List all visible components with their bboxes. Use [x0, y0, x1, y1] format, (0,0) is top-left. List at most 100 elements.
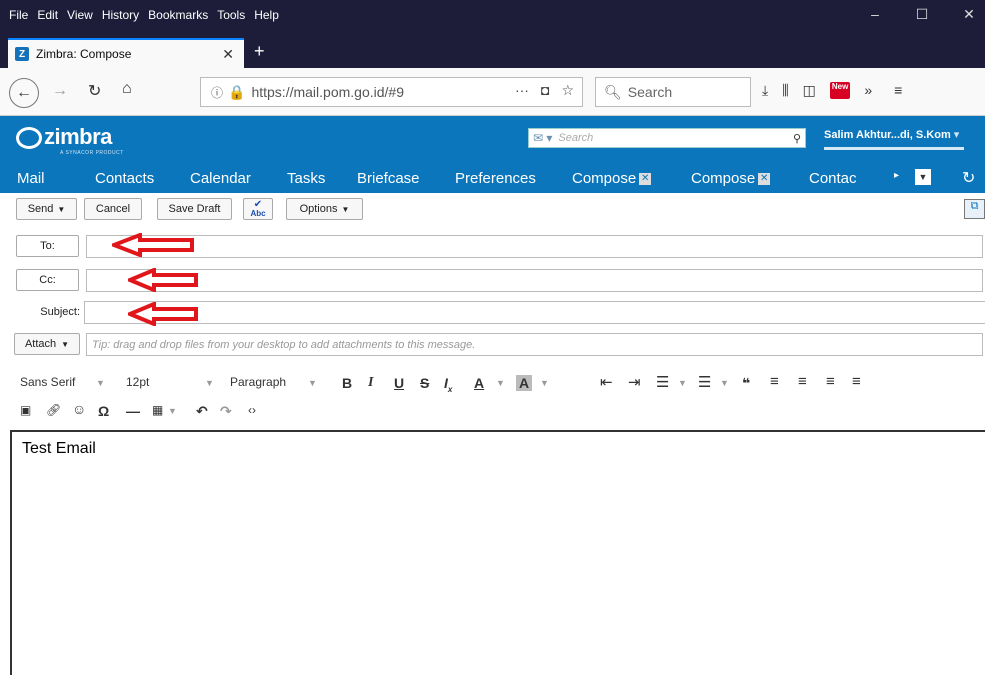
mail-search-type-icon[interactable]: ✉ ▾	[533, 131, 552, 145]
link-icon[interactable]: 🔗︎	[46, 403, 61, 417]
tab-calendar[interactable]: Calendar	[190, 170, 251, 187]
search-icon: 🔍︎	[604, 83, 622, 100]
tab-dropdown-icon[interactable]: ▼	[915, 169, 931, 185]
chevron-down-icon[interactable]: ▼	[205, 378, 214, 388]
blockquote-icon[interactable]: ❝	[742, 375, 750, 392]
menu-edit[interactable]: Edit	[37, 8, 58, 22]
more-tabs-icon[interactable]: ▸	[894, 170, 899, 181]
menu-file[interactable]: File	[9, 8, 28, 22]
menu-help[interactable]: Help	[254, 8, 279, 22]
attach-button[interactable]: Attach ▼	[14, 333, 80, 355]
align-left-icon[interactable]: ≡	[770, 373, 779, 390]
underline-icon[interactable]: U	[394, 375, 404, 391]
menu-tools[interactable]: Tools	[217, 8, 245, 22]
menu-view[interactable]: View	[67, 8, 93, 22]
chevron-down-icon[interactable]: ▼	[496, 378, 505, 388]
insert-image-icon[interactable]: ▣	[20, 403, 31, 417]
cancel-button[interactable]: Cancel	[84, 198, 142, 220]
chevron-down-icon[interactable]: ▼	[168, 406, 177, 416]
pocket-icon[interactable]: ◘	[541, 82, 549, 99]
tab-briefcase[interactable]: Briefcase	[357, 170, 420, 187]
undo-icon[interactable]: ↶	[196, 403, 208, 420]
zimbra-logo[interactable]: zimbra	[16, 124, 112, 150]
tab-mail[interactable]: Mail	[17, 170, 45, 187]
font-family-select[interactable]: Sans Serif	[20, 375, 75, 389]
menu-history[interactable]: History	[102, 8, 139, 22]
redo-icon[interactable]: ↷	[220, 403, 232, 420]
menu-bookmarks[interactable]: Bookmarks	[148, 8, 208, 22]
italic-icon[interactable]: I	[368, 375, 373, 391]
refresh-icon[interactable]: ↻	[962, 168, 975, 188]
clear-format-icon[interactable]: Ix	[444, 375, 452, 394]
overflow-icon[interactable]: »	[864, 82, 872, 99]
chevron-down-icon[interactable]: ▼	[96, 378, 105, 388]
tab-contacts-2[interactable]: Contac	[809, 170, 857, 187]
options-button[interactable]: Options ▼	[286, 198, 363, 220]
bookmark-star-icon[interactable]: ☆	[561, 82, 574, 99]
close-tab-icon[interactable]: ✕	[222, 46, 234, 63]
sidebar-icon[interactable]: ◫	[803, 82, 816, 99]
to-button[interactable]: To:	[16, 235, 79, 257]
save-draft-button[interactable]: Save Draft	[157, 198, 232, 220]
home-icon[interactable]: ⌂	[122, 80, 132, 98]
table-icon[interactable]: ▦	[152, 403, 163, 417]
chevron-down-icon[interactable]: ▼	[678, 378, 687, 388]
browser-search-input[interactable]: 🔍︎ Search	[595, 77, 751, 107]
user-menu[interactable]: Salim Akhtur...di, S.Kom ▾	[824, 128, 959, 141]
close-window-icon[interactable]: ✕	[954, 6, 984, 23]
emoticon-icon[interactable]: ☺	[72, 401, 86, 417]
special-character-icon[interactable]: Ω	[98, 403, 109, 419]
close-tab-icon[interactable]: ✕	[639, 173, 652, 186]
reload-icon[interactable]: ↻	[88, 81, 101, 101]
horizontal-rule-icon[interactable]: —	[126, 403, 140, 419]
paragraph-format-select[interactable]: Paragraph	[230, 375, 286, 389]
new-tab-icon[interactable]: +	[254, 41, 265, 62]
align-right-icon[interactable]: ≡	[826, 373, 835, 390]
tab-contacts[interactable]: Contacts	[95, 170, 154, 187]
tab-preferences[interactable]: Preferences	[455, 170, 536, 187]
align-center-icon[interactable]: ≡	[798, 373, 807, 390]
to-input[interactable]	[86, 235, 983, 258]
subject-input[interactable]	[84, 301, 985, 324]
forward-icon[interactable]: →	[52, 82, 68, 100]
spellcheck-button[interactable]: ✔ Abc	[243, 198, 273, 220]
tab-compose-1[interactable]: Compose ✕	[572, 170, 652, 187]
font-size-select[interactable]: 12pt	[126, 375, 149, 389]
chevron-down-icon[interactable]: ▼	[720, 378, 729, 388]
send-button[interactable]: Send ▼	[16, 198, 77, 220]
url-bar[interactable]: ⓘ 🔒 https://mail.pom.go.id/#9 ··· ◘ ☆	[200, 77, 583, 107]
tab-compose-2[interactable]: Compose ✕	[691, 170, 771, 187]
tab-zimbra-compose[interactable]: Z Zimbra: Compose ✕	[8, 38, 244, 68]
zimbra-search-input[interactable]: ✉ ▾ Search ⚲	[528, 128, 806, 148]
minimize-icon[interactable]: –	[860, 6, 890, 22]
download-icon[interactable]: ⤓	[762, 82, 768, 99]
source-code-icon[interactable]: ‹›	[248, 403, 256, 417]
library-icon[interactable]: ⫼	[782, 82, 788, 99]
new-badge-icon[interactable]: New	[829, 82, 851, 99]
bold-icon[interactable]: B	[342, 375, 352, 391]
cc-input[interactable]	[86, 269, 983, 292]
chevron-down-icon[interactable]: ▼	[540, 378, 549, 388]
message-body-editor[interactable]: Test Email	[10, 430, 985, 675]
hamburger-menu-icon[interactable]: ≡	[894, 82, 902, 99]
chevron-down-icon[interactable]: ▼	[308, 378, 317, 388]
close-tab-icon[interactable]: ✕	[758, 173, 771, 186]
strikethrough-icon[interactable]: S	[420, 375, 429, 391]
lock-warning-icon[interactable]: 🔒	[228, 84, 245, 101]
bullet-list-icon[interactable]: ☰	[656, 373, 669, 391]
background-color-icon[interactable]: A	[516, 375, 533, 391]
page-actions-icon[interactable]: ···	[515, 82, 529, 99]
indent-icon[interactable]: ⇥	[628, 373, 641, 391]
text-color-icon[interactable]: A	[474, 375, 484, 391]
outdent-icon[interactable]: ⇤	[600, 373, 613, 391]
tab-tasks[interactable]: Tasks	[287, 170, 325, 187]
justify-icon[interactable]: ≡	[852, 373, 861, 390]
zimbra-search-icon[interactable]: ⚲	[793, 132, 801, 145]
back-icon[interactable]: ←	[9, 78, 39, 108]
info-icon[interactable]: ⓘ	[211, 84, 223, 101]
maximize-icon[interactable]: ☐	[907, 6, 937, 23]
attach-tip[interactable]: Tip: drag and drop files from your deskt…	[86, 333, 983, 356]
cc-button[interactable]: Cc:	[16, 269, 79, 291]
numbered-list-icon[interactable]: ☰	[698, 373, 711, 391]
detach-window-icon[interactable]: ⧉	[964, 199, 985, 219]
